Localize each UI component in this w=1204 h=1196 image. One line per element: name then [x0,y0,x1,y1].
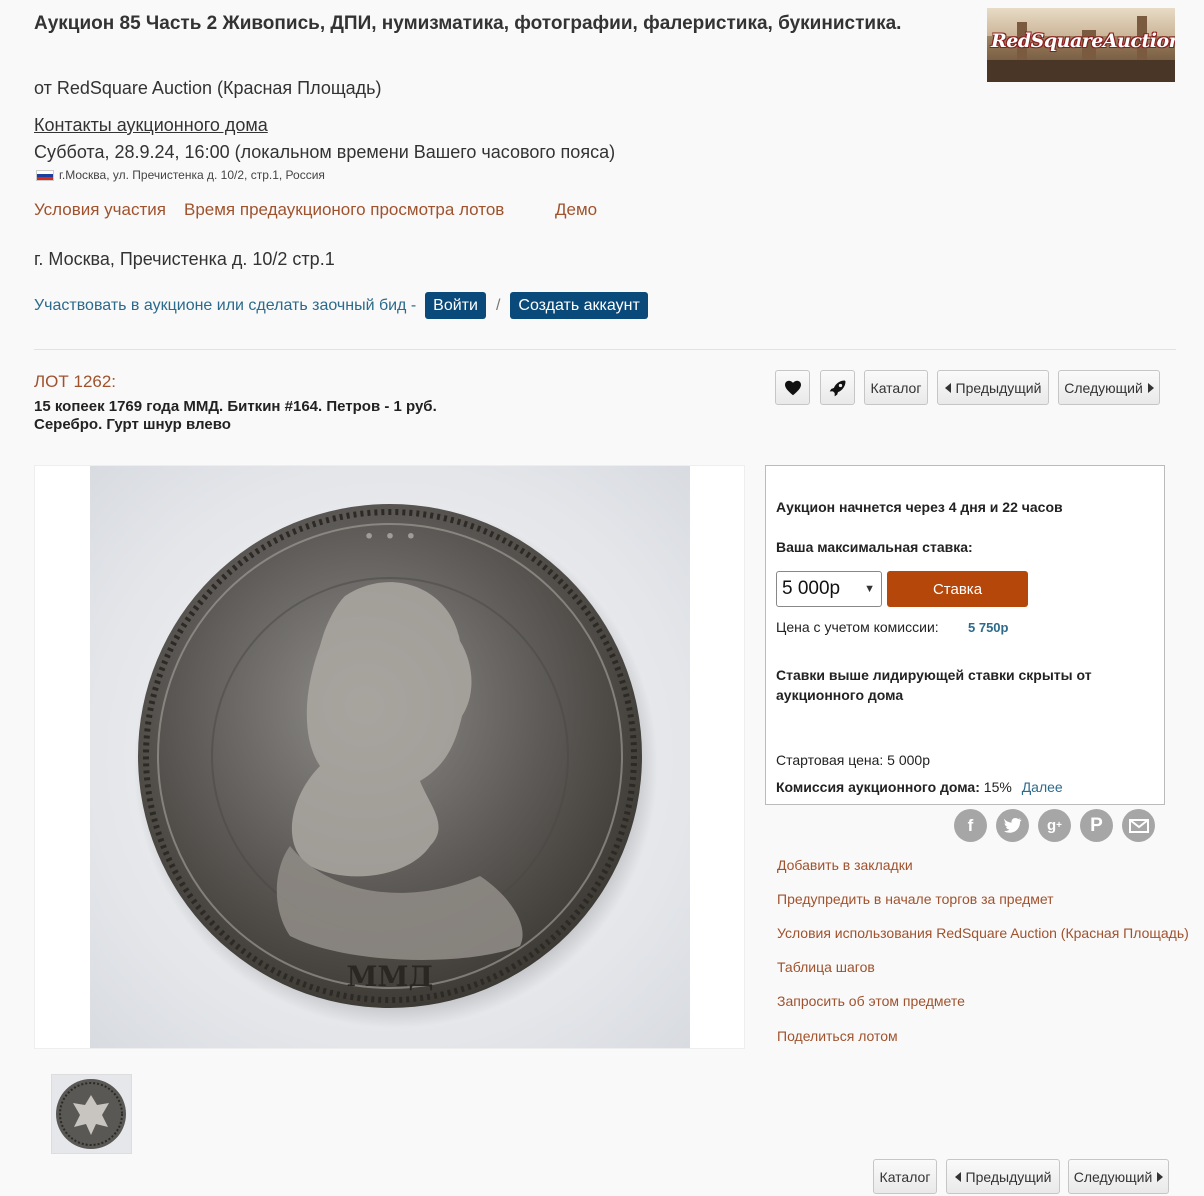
location-line: г.Москва, ул. Пречистенка д. 10/2, стр.1… [36,168,325,182]
favorite-button[interactable] [775,370,810,405]
chevron-right-icon [1157,1171,1164,1182]
max-bid-label: Ваша максимальная ставка: [776,539,973,555]
bottom-previous-label: Предыдущий [965,1168,1052,1185]
logo-text: RedSquareAuction [991,30,1175,52]
starting-price-label: Стартовая цена: [776,752,884,768]
bottom-catalog-label: Каталог [879,1168,931,1185]
terms-of-use-link[interactable]: Условия использования RedSquare Auction … [777,925,1189,941]
preview-time-link[interactable]: Время предаукционого просмотра лотов [184,200,504,220]
participate-row: Участвовать в аукционе или сделать заочн… [34,292,648,319]
coin-reverse-thumbnail [56,1079,126,1149]
bid-panel: Аукцион начнется через 4 дня и 22 часов … [765,465,1165,805]
twitter-icon[interactable] [996,809,1029,842]
auction-title: Аукцион 85 Часть 2 Живопись, ДПИ, нумизм… [34,13,902,34]
lot-main-image[interactable]: ММД · · · [90,466,690,1048]
email-icon[interactable] [1122,809,1155,842]
notify-button[interactable] [820,370,855,405]
thumbnail-reverse[interactable] [51,1074,132,1154]
bid-amount-value: 5 000р [782,578,841,599]
russia-flag-icon [36,169,54,181]
pinterest-icon[interactable]: P [1080,809,1113,842]
svg-text:· · ·: · · · [364,519,416,554]
add-bookmark-link[interactable]: Добавить в закладки [777,857,913,873]
chevron-down-icon: ▼ [864,583,875,595]
previous-button[interactable]: Предыдущий [937,370,1049,405]
separator: / [495,296,501,314]
heart-icon [784,380,801,395]
notify-start-link[interactable]: Предупредить в начале торгов за предмет [777,891,1054,907]
coin-obverse-image: ММД · · · [134,504,658,1028]
demo-link[interactable]: Демо [555,200,597,220]
bottom-next-label: Следующий [1073,1168,1153,1185]
commission-label: Комиссия аукционного дома: [776,779,980,795]
chevron-left-icon [944,382,951,393]
commission-more-link[interactable]: Далее [1022,779,1063,795]
auction-house-logo[interactable]: RedSquareAuction [987,8,1175,82]
catalog-button[interactable]: Каталог [864,370,928,405]
catalog-label: Каталог [870,379,922,396]
facebook-icon[interactable]: f [954,809,987,842]
hidden-bids-note: Ставки выше лидирующей ставки скрыты от … [776,667,1092,703]
rocket-icon [829,380,845,396]
place-bid-button[interactable]: Ставка [887,571,1028,607]
lot-description: 15 копеек 1769 года ММД. Биткин #164. Пе… [34,398,437,433]
divider [34,349,1176,350]
location-text: г.Москва, ул. Пречистенка д. 10/2, стр.1… [59,168,325,182]
commission-row: Комиссия аукционного дома: 15% Далее [776,779,1063,795]
price-with-commission-label: Цена с учетом комиссии: [776,619,939,635]
starting-price-row: Стартовая цена: 5 000р [776,752,930,768]
google-plus-icon[interactable]: g + [1038,809,1071,842]
previous-label: Предыдущий [955,379,1042,396]
chevron-right-icon [1147,382,1154,393]
participate-text: Участвовать в аукционе или сделать заочн… [34,296,417,314]
conditions-link[interactable]: Условия участия [34,200,166,220]
auction-house-byline: от RedSquare Auction (Красная Площадь) [34,78,382,98]
bottom-catalog-button[interactable]: Каталог [873,1159,937,1194]
chevron-left-icon [954,1171,961,1182]
starting-price-value: 5 000р [887,752,930,768]
bid-amount-select[interactable]: 5 000р ▼ [776,571,882,607]
lot-number: ЛОТ 1262: [34,372,117,391]
ask-about-item-link[interactable]: Запросить об этом предмете [777,993,965,1009]
svg-text:ММД: ММД [347,960,434,993]
commission-value: 15% [983,779,1012,795]
contacts-link[interactable]: Контакты аукционного дома [34,115,268,136]
venue-address: г. Москва, Пречистенка д. 10/2 стр.1 [34,249,335,269]
price-with-commission-value: 5 750р [968,620,1009,635]
bottom-next-button[interactable]: Следующий [1068,1159,1169,1194]
next-label: Следующий [1064,379,1143,396]
login-button[interactable]: Войти [425,292,486,319]
bottom-previous-button[interactable]: Предыдущий [946,1159,1060,1194]
auction-datetime: Суббота, 28.9.24, 16:00 (локальном време… [34,142,616,162]
auction-countdown: Аукцион начнется через 4 дня и 22 часов [776,499,1063,515]
share-lot-link[interactable]: Поделиться лотом [777,1028,898,1044]
bid-steps-table-link[interactable]: Таблица шагов [777,959,875,975]
next-button[interactable]: Следующий [1058,370,1160,405]
create-account-button[interactable]: Создать аккаунт [510,292,648,319]
